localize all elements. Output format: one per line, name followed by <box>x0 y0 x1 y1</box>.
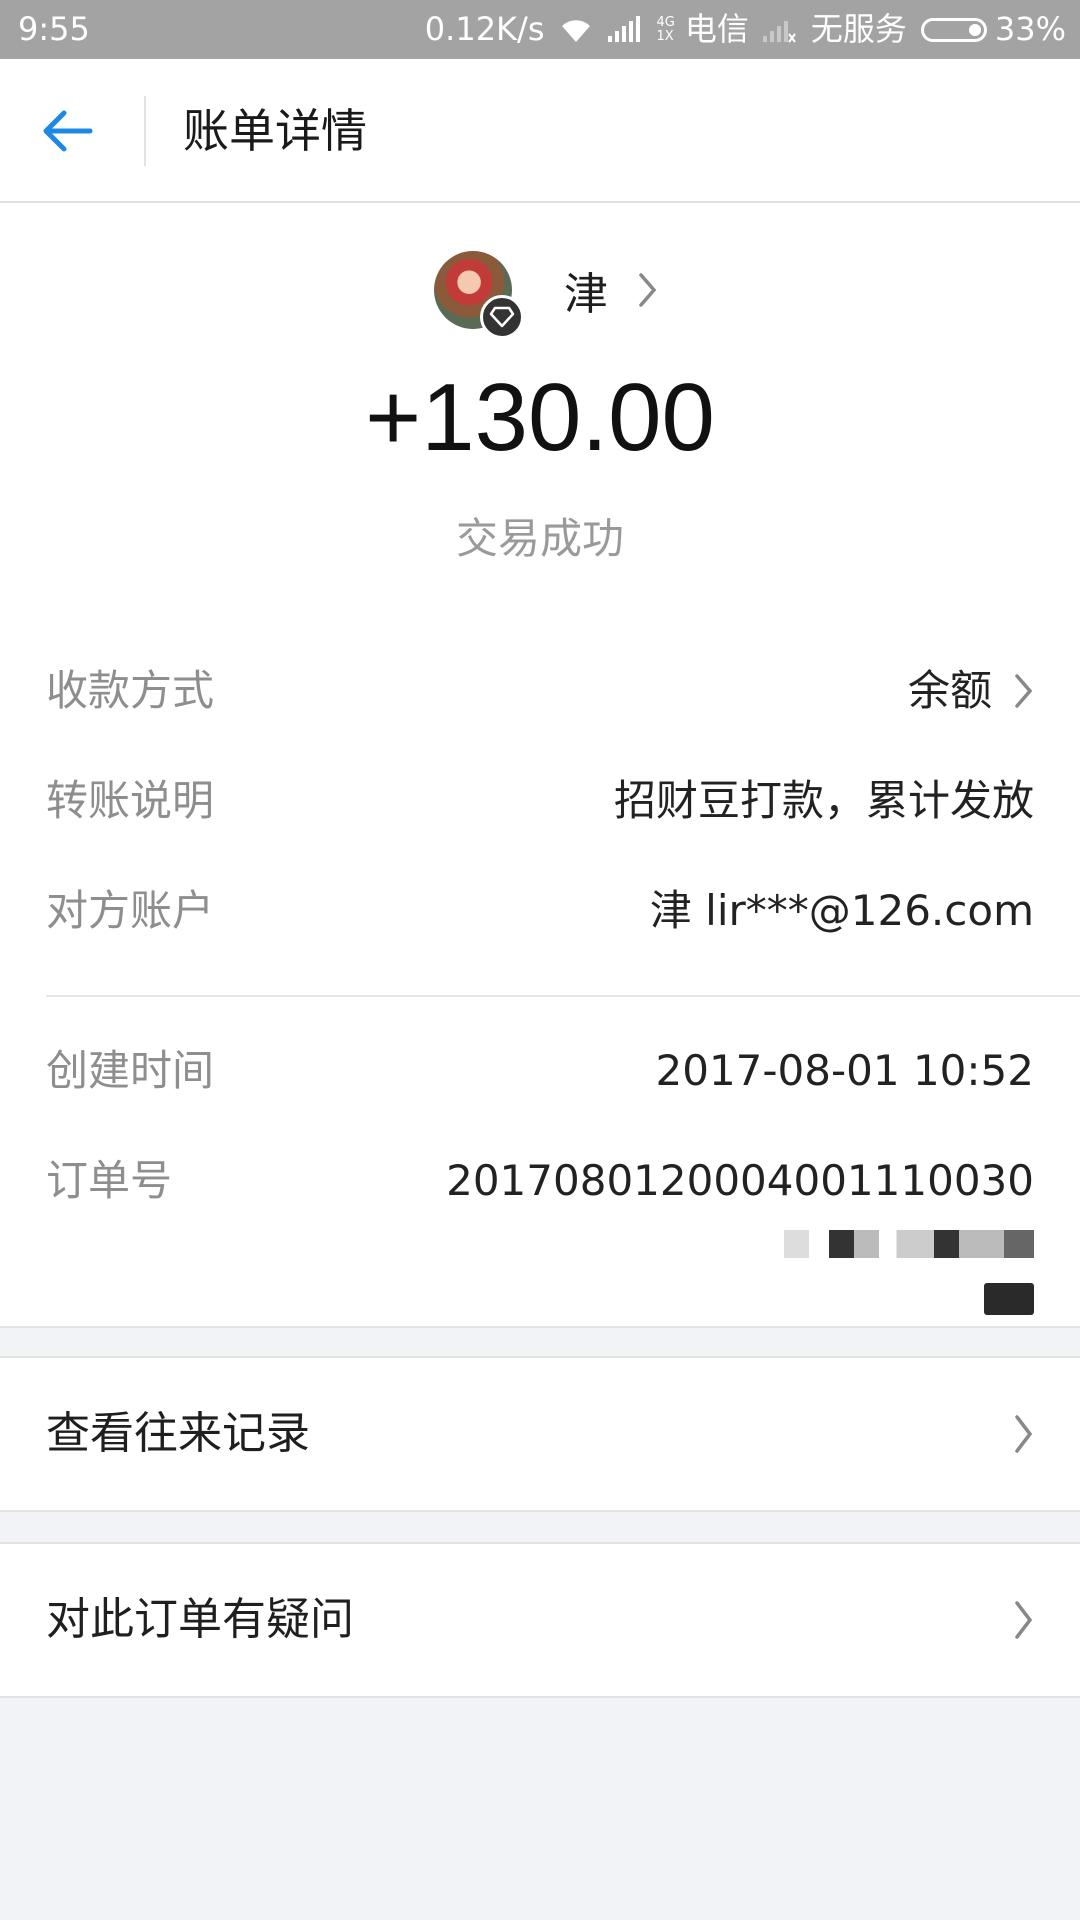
detail-value: 余额 <box>908 661 1034 721</box>
back-button[interactable] <box>40 103 100 159</box>
chevron-right-icon <box>639 273 657 307</box>
no-service-text: 无服务 <box>810 10 907 48</box>
diamond-badge-icon <box>480 295 524 339</box>
chevron-right-icon <box>1015 674 1033 708</box>
detail-row-created-time: 创建时间 2017-08-01 10:52 <box>46 1041 1034 1101</box>
chevron-right-icon <box>1015 1415 1033 1453</box>
view-history-label: 查看往来记录 <box>46 1408 310 1459</box>
detail-label: 订单号 <box>46 1156 173 1205</box>
no-signal-icon <box>762 16 797 44</box>
redacted-mask <box>784 1229 1034 1258</box>
nav-bar: 账单详情 <box>0 59 1080 203</box>
payer-name: 津 <box>564 269 608 320</box>
detail-label: 收款方式 <box>46 666 215 715</box>
detail-label: 转账说明 <box>46 776 215 825</box>
avatar <box>434 251 524 339</box>
order-question-cell[interactable]: 对此订单有疑问 <box>0 1542 1080 1698</box>
chevron-right-icon <box>1015 1601 1033 1639</box>
status-bar: 9:55 0.12K/s 4G 1X 电信 无服务 33% <box>0 0 1080 59</box>
battery-indicator: 33% <box>920 0 1066 59</box>
detail-row-remark: 转账说明 招财豆打款，累计发放 <box>46 771 1034 831</box>
wifi-icon <box>558 16 594 44</box>
battery-icon <box>920 17 987 42</box>
section-divider <box>46 995 1080 997</box>
status-indicators: 0.12K/s 4G 1X 电信 无服务 33% <box>425 0 1066 59</box>
status-time: 9:55 <box>18 10 90 48</box>
detail-row-order-number: 订单号 2017080120004001110030 <box>46 1151 1034 1315</box>
detail-value: 津 lir***@126.com <box>649 886 1034 935</box>
transaction-amount: +130.00 <box>365 364 715 471</box>
view-history-cell[interactable]: 查看往来记录 <box>0 1356 1080 1512</box>
order-number-value: 2017080120004001110030 <box>274 1151 1034 1331</box>
network-type: 4G 1X <box>656 14 675 44</box>
back-arrow-icon <box>43 110 93 152</box>
order-question-label: 对此订单有疑问 <box>46 1594 354 1645</box>
carrier-name: 电信 <box>684 10 749 48</box>
detail-label: 创建时间 <box>46 1046 215 1095</box>
redacted-mask <box>984 1283 1034 1315</box>
transaction-status: 交易成功 <box>455 514 624 563</box>
network-speed: 0.12K/s <box>424 10 545 48</box>
detail-row-counterparty: 对方账户 津 lir***@126.com <box>46 881 1034 941</box>
detail-value: 2017-08-01 10:52 <box>655 1046 1034 1095</box>
signal-icon <box>608 15 642 44</box>
page-title: 账单详情 <box>183 104 367 158</box>
detail-value: 招财豆打款，累计发放 <box>613 776 1034 825</box>
battery-percent: 33% <box>994 10 1066 48</box>
transaction-card: 津 +130.00 交易成功 收款方式 余额 转账说明 招财豆打款，累计发放 对… <box>0 203 1080 1328</box>
detail-label: 对方账户 <box>46 886 215 935</box>
nav-divider <box>144 96 146 166</box>
payer-link[interactable]: 津 <box>434 248 658 339</box>
detail-row-payment-method[interactable]: 收款方式 余额 <box>46 661 1034 721</box>
